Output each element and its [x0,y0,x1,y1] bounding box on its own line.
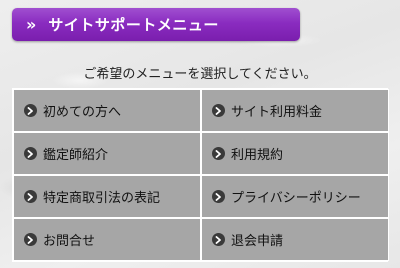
circle-chevron-right-icon [24,190,37,203]
menu-item-withdrawal[interactable]: 退会申請 [201,218,389,261]
menu-item-contact[interactable]: お問合せ [13,218,201,261]
support-menu: 初めての方へ サイト利用料金 鑑定師紹介 利用規約 特定商取引法の表記 プライバ… [12,88,389,262]
circle-chevron-right-icon [212,190,225,203]
menu-item-label: お問合せ [43,234,96,249]
menu-item-privacy-policy[interactable]: プライバシーポリシー [201,175,389,218]
circle-chevron-right-icon [24,104,37,117]
circle-chevron-right-icon [212,147,225,160]
menu-item-label: 退会申請 [231,234,284,249]
header-bar: » サイトサポートメニュー [12,8,300,41]
menu-item-label: 特定商取引法の表記 [43,191,161,206]
circle-chevron-right-icon [24,147,37,160]
menu-item-beginners[interactable]: 初めての方へ [13,89,201,132]
menu-item-label: 鑑定師紹介 [43,148,109,163]
menu-item-label: サイト利用料金 [231,105,323,120]
header-title: サイトサポートメニュー [48,16,219,34]
menu-item-fees[interactable]: サイト利用料金 [201,89,389,132]
double-chevron-right-icon: » [26,14,36,34]
menu-item-commercial-law[interactable]: 特定商取引法の表記 [13,175,201,218]
menu-item-label: プライバシーポリシー [231,191,361,206]
menu-item-label: 利用規約 [231,148,284,163]
circle-chevron-right-icon [212,104,225,117]
menu-item-label: 初めての方へ [43,105,122,120]
instruction-text: ご希望のメニューを選択してください。 [83,67,317,82]
menu-item-terms[interactable]: 利用規約 [201,132,389,175]
circle-chevron-right-icon [24,233,37,246]
circle-chevron-right-icon [212,233,225,246]
menu-item-fortune-tellers[interactable]: 鑑定師紹介 [13,132,201,175]
